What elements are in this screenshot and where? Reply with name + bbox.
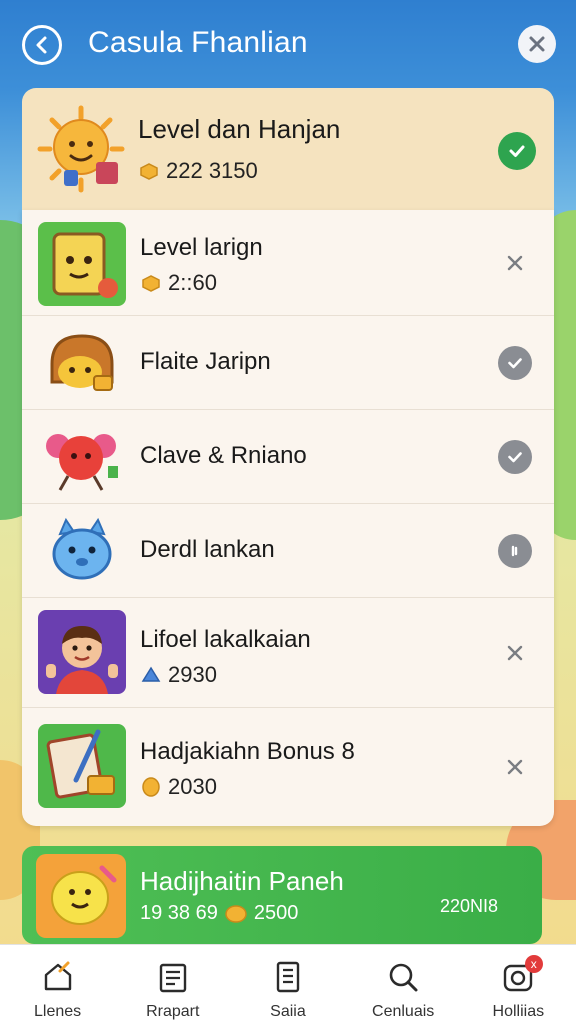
bonus-score-left: 19 38 69 — [140, 902, 218, 924]
completed-check-button[interactable] — [498, 346, 532, 380]
list-item-name: Derdl lankan — [140, 536, 275, 563]
list-item-score: 2030 — [140, 774, 217, 800]
list-item[interactable]: Flaite Jaripn — [22, 316, 554, 410]
nav-item-home[interactable]: Llenes — [0, 945, 115, 1024]
completed-check-button[interactable] — [498, 440, 532, 474]
page-title: Casula Fhanlian — [88, 26, 308, 59]
nav-label: Llenes — [34, 1003, 82, 1020]
check-icon — [508, 358, 522, 369]
boy-character-icon — [38, 610, 126, 694]
close-icon — [507, 255, 523, 271]
list-item-score-value: 2030 — [168, 774, 217, 799]
top-item-score-value: 222 3150 — [166, 158, 258, 183]
list-item-name: Flaite Jaripn — [140, 348, 271, 375]
bonus-score-mid: 2500 — [253, 902, 299, 924]
document-icon — [276, 961, 300, 993]
triangle-icon — [141, 666, 161, 682]
search-icon — [389, 963, 418, 992]
coin-icon — [142, 777, 160, 797]
list-item-name: Lifoel lakalkaian — [140, 626, 311, 653]
balloon-character-icon — [46, 434, 118, 491]
completed-check-button[interactable] — [498, 132, 536, 170]
bonus-banner[interactable]: Hadijhaitin Paneh 19 38 69 2500 220NI8 — [22, 846, 542, 944]
bottom-navigation: Llenes Rrapart Saiia Cenluais x Holliias — [0, 944, 576, 1024]
level-list: Level larign 2::60 Flaite Jaripn Clave &… — [22, 210, 554, 826]
dismiss-button[interactable] — [498, 246, 532, 280]
book-character-icon — [38, 222, 126, 306]
nav-item-camera[interactable]: x Holliias — [461, 945, 576, 1024]
list-item[interactable]: Level larign 2::60 — [22, 210, 554, 316]
nav-label: Saiia — [270, 1003, 306, 1020]
nav-label: Cenluais — [372, 1003, 435, 1020]
list-item[interactable]: Clave & Rniano — [22, 410, 554, 504]
chevron-left-icon — [36, 36, 47, 54]
home-icon — [44, 961, 71, 991]
bonus-score-right: 220NI8 — [439, 896, 498, 916]
list-item-score-value: 2930 — [168, 662, 217, 687]
list-item[interactable]: Lifoel lakalkaian 2930 — [22, 598, 554, 708]
coin-icon — [140, 163, 158, 180]
journal-bonus-icon — [38, 724, 126, 808]
top-item-card[interactable]: Level dan Hanjan 222 3150 — [22, 88, 554, 212]
nav-item-document[interactable]: Saiia — [230, 945, 345, 1024]
dismiss-button[interactable] — [498, 636, 532, 670]
top-item-name: Level dan Hanjan — [138, 114, 341, 144]
close-button[interactable] — [518, 25, 556, 63]
nav-item-search[interactable]: Cenluais — [346, 945, 461, 1024]
bonus-score: 19 38 69 2500 — [140, 902, 298, 925]
list-item-name: Level larign — [140, 234, 263, 261]
list-item[interactable]: Hadjakiahn Bonus 8 2030 — [22, 708, 554, 826]
dismiss-button[interactable] — [498, 750, 532, 784]
top-item-score: 222 3150 — [138, 158, 258, 184]
app-header: Casula Fhanlian — [0, 0, 576, 88]
mute-button[interactable] — [498, 534, 532, 568]
close-icon — [507, 645, 523, 661]
check-icon — [509, 145, 525, 157]
cat-character-icon — [52, 517, 112, 580]
bonus-title: Hadijhaitin Paneh — [140, 866, 344, 896]
close-icon — [529, 36, 545, 52]
list-item-score: 2930 — [140, 662, 217, 688]
treasure-character-icon — [50, 334, 114, 391]
back-button[interactable] — [22, 25, 62, 65]
sun-avatar-icon — [37, 105, 125, 193]
coin-stack-icon — [225, 904, 247, 923]
list-item-name: Hadjakiahn Bonus 8 — [140, 738, 355, 765]
nav-item-report[interactable]: Rrapart — [115, 945, 230, 1024]
list-item-score: 2::60 — [140, 270, 217, 296]
list-item[interactable]: Derdl lankan — [22, 504, 554, 598]
list-item-name: Clave & Rniano — [140, 442, 307, 469]
list-item-score-value: 2::60 — [168, 270, 217, 295]
notification-badge: x — [524, 955, 543, 973]
chick-character-icon — [36, 854, 126, 938]
nav-label: Rrapart — [146, 1003, 200, 1020]
close-icon — [507, 759, 523, 775]
report-icon — [159, 963, 186, 993]
check-icon — [508, 452, 522, 463]
coin-icon — [142, 275, 160, 292]
mute-icon — [511, 545, 518, 557]
nav-label: Holliias — [492, 1003, 545, 1020]
